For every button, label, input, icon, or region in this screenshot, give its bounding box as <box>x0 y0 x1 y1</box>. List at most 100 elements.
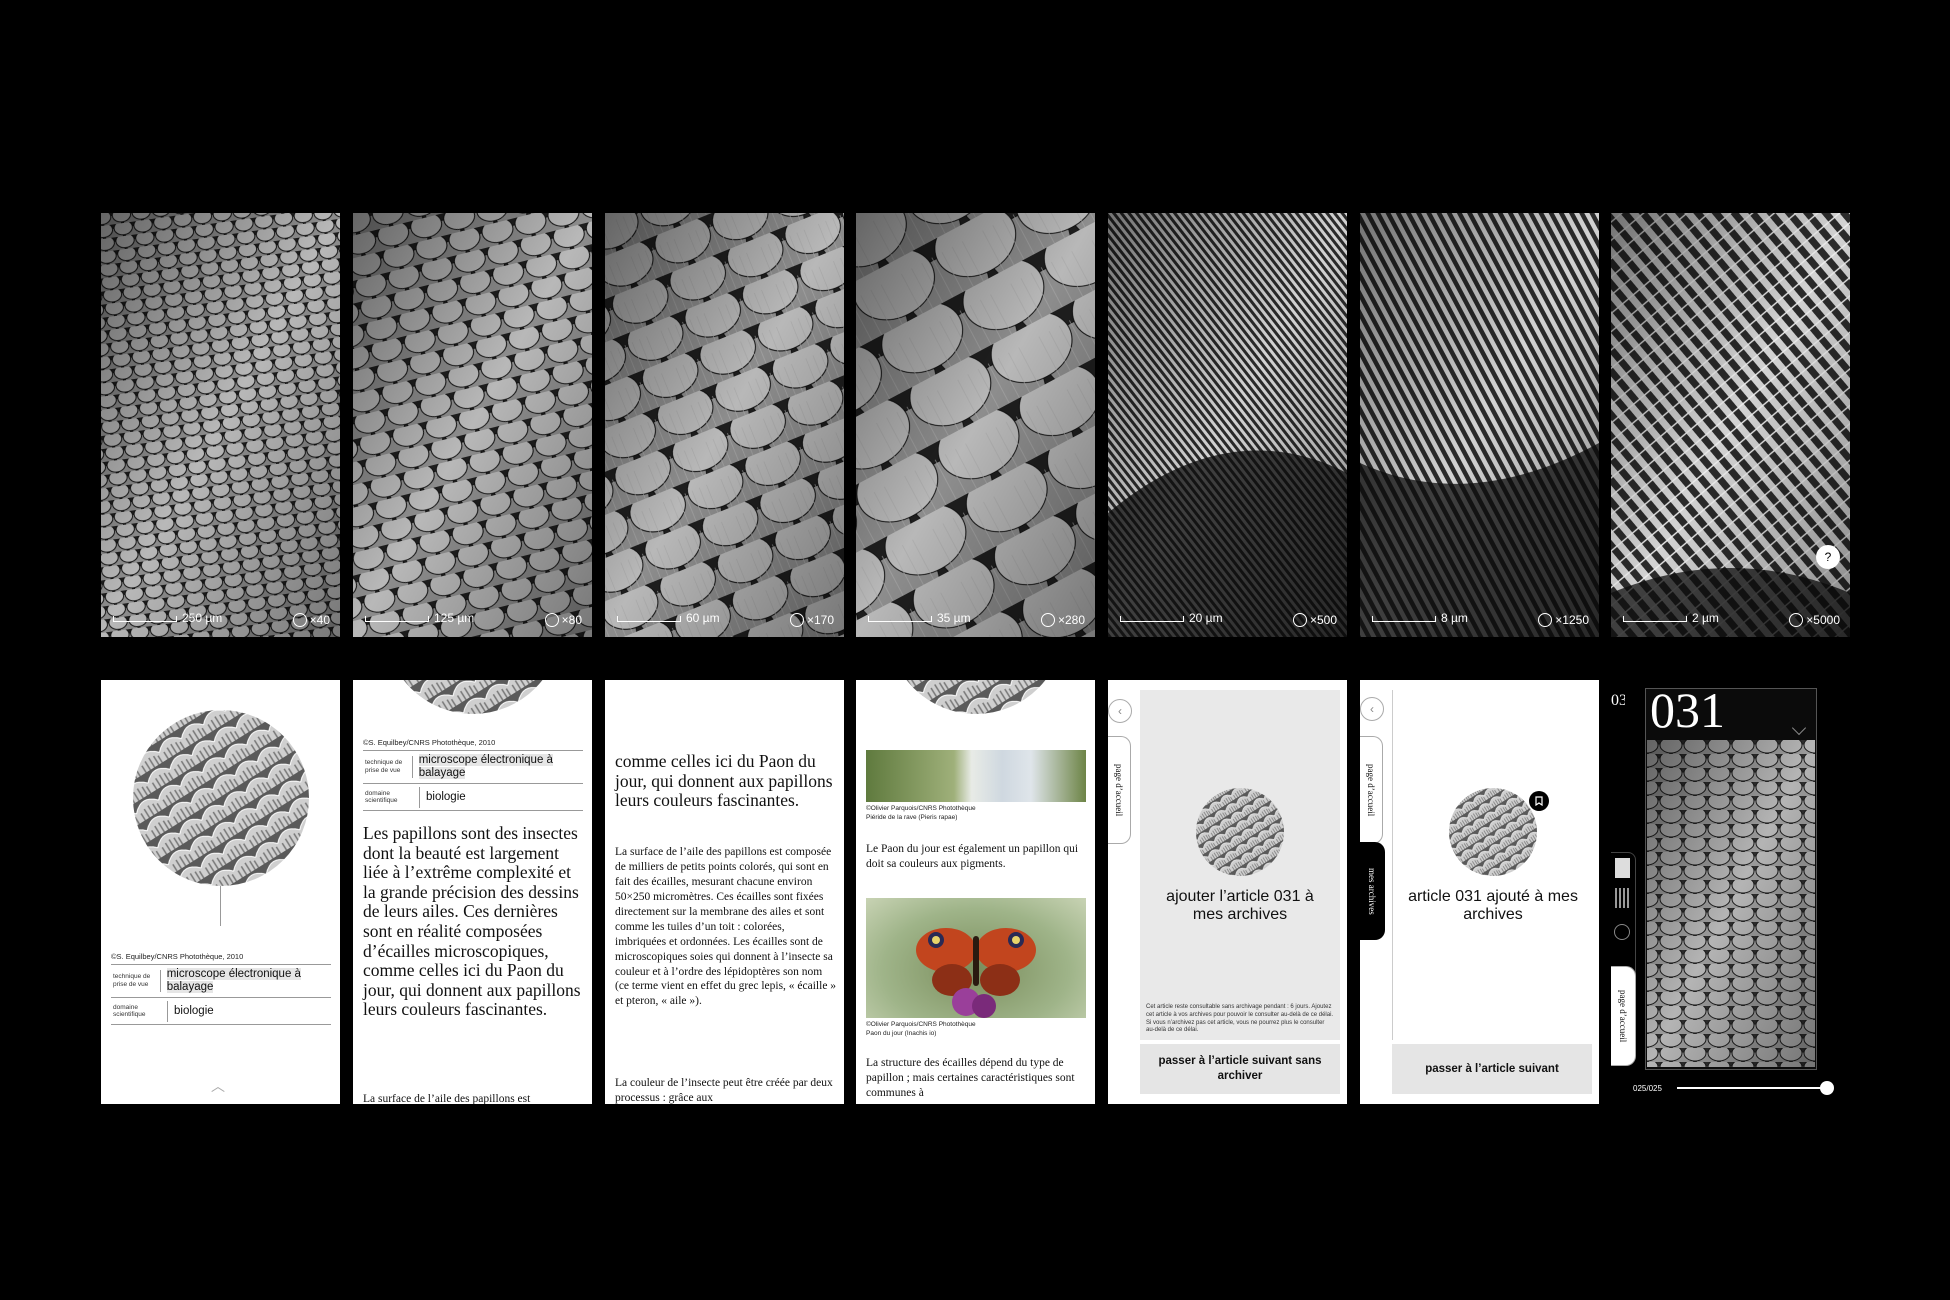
next-article-button[interactable]: passer à l’article suivant <box>1392 1044 1592 1094</box>
article-thumbnail <box>1449 788 1537 876</box>
scale-bar-label: 125 µm <box>434 611 475 625</box>
screen-article-cover: 030 031 page d’accueil 025/025 <box>1611 680 1851 1104</box>
screen-intro: ©S. Equilbey/CNRS Photothèque, 2010 tech… <box>101 680 340 1104</box>
microscope-image <box>1360 213 1599 637</box>
magnifier-icon <box>789 613 804 627</box>
article-card[interactable]: 031 <box>1645 682 1817 1070</box>
metadata-table: technique de prise de vue microscope éle… <box>363 750 583 812</box>
scale-bar-line <box>113 616 177 622</box>
scale-bar-line <box>617 616 681 622</box>
article-lead: Les papillons sont des insectes dont la … <box>363 823 581 1020</box>
zoom-button[interactable]: ×80 <box>544 613 582 627</box>
pager-handle[interactable] <box>1820 1081 1834 1095</box>
scale-bar-line <box>1372 616 1436 622</box>
zoom-button[interactable]: ×40 <box>292 613 330 627</box>
scale-bar: 35 µm <box>868 611 971 625</box>
zoom-button[interactable]: ×5000 <box>1789 613 1840 627</box>
metadata-key: domaine scientifique <box>111 1000 168 1023</box>
skip-without-archiving-button[interactable]: passer à l’article suivant sans archiver <box>1140 1044 1340 1094</box>
zoom-button[interactable]: ×500 <box>1292 613 1337 627</box>
tab-home[interactable]: page d’accueil <box>1360 736 1383 844</box>
zoom-level: ×5000 <box>1806 613 1840 627</box>
chevron-down-icon[interactable] <box>1791 720 1807 736</box>
screen-article-body: comme celles ici du Paon du jour, qui do… <box>605 680 844 1104</box>
zoom-button[interactable]: ×1250 <box>1538 613 1589 627</box>
magnifier-icon <box>292 613 307 627</box>
scale-bar-label: 35 µm <box>937 611 971 625</box>
zoom-button[interactable]: ×170 <box>789 613 834 627</box>
photo-credit: ©Olivier Parquois/CNRS Photothèque <box>866 1021 976 1028</box>
screen-article-photos: ©Olivier Parquois/CNRS Photothèque Piéri… <box>856 680 1095 1104</box>
magnifier-icon <box>1789 613 1804 627</box>
photo-caption: Paon du jour (Inachis io) <box>866 1030 937 1037</box>
article-paragraph: La surface de l’aile des papillons est c… <box>615 846 837 1008</box>
scale-bar-label: 20 µm <box>1189 611 1223 625</box>
metadata-value: microscope électronique à balayage <box>418 754 553 780</box>
back-arrow-icon[interactable]: ‹ <box>1360 697 1384 721</box>
zoom-level: ×500 <box>1309 613 1337 627</box>
metadata-key: technique de prise de vue <box>363 756 413 779</box>
microscope-image-panel[interactable]: 35 µm ×280 <box>856 213 1095 637</box>
screen-add-to-archive: ‹ page d’accueil ajouter l’article 031 à… <box>1108 680 1347 1104</box>
tab-archives[interactable]: mes archives <box>1360 842 1385 940</box>
zoom-level: ×1250 <box>1555 613 1589 627</box>
article-paragraph: La structure des écailles dépend du type… <box>866 1057 1075 1099</box>
zoom-button[interactable]: ×280 <box>1040 613 1085 627</box>
metadata-row: domaine scientifique biologie <box>111 998 331 1026</box>
scale-bar-line <box>1120 616 1184 622</box>
chevron-up-icon[interactable]: ︿ <box>211 1076 225 1096</box>
microscope-image <box>353 213 592 637</box>
scale-bar: 8 µm <box>1372 611 1468 625</box>
tab-home[interactable]: page d’accueil <box>1611 966 1636 1066</box>
specimen-circle-image <box>888 680 1064 714</box>
archive-title: ajouter l’article 031 à mes archives <box>1166 888 1314 924</box>
scale-bar-line <box>868 616 932 622</box>
photo-caption: Piéride de la rave (Pieris rapae) <box>866 814 958 821</box>
zoom-level: ×40 <box>309 613 330 627</box>
single-view-icon[interactable] <box>1615 858 1630 878</box>
scale-bar-line <box>1623 616 1687 622</box>
metadata-value: biologie <box>426 790 466 803</box>
article-paragraph: La couleur de l’insecte peut être créée … <box>615 1077 833 1104</box>
scale-bar-label: 60 µm <box>686 611 720 625</box>
metadata-block: ©S. Equilbey/CNRS Photothèque, 2010 tech… <box>363 738 583 812</box>
metadata-row: technique de prise de vue microscope éle… <box>111 965 331 999</box>
photo-pieris[interactable] <box>866 750 1086 802</box>
metadata-key: domaine scientifique <box>363 786 420 809</box>
search-icon[interactable] <box>1614 924 1630 940</box>
article-paragraph: Le Paon du jour est également un papillo… <box>866 843 1079 870</box>
tab-home[interactable]: page d’accueil <box>1108 736 1131 844</box>
microscope-image-panel[interactable]: 2 µm ×5000? <box>1611 213 1850 637</box>
metadata-key: technique de prise de vue <box>111 970 161 993</box>
article-number: 031 <box>1650 682 1725 738</box>
microscope-image-panel[interactable]: 125 µm ×80 <box>353 213 592 637</box>
photo-peacock-butterfly[interactable] <box>866 898 1086 1018</box>
microscope-image-panel[interactable]: 250 µm ×40 <box>101 213 340 637</box>
previous-article-number: 030 <box>1611 692 1625 709</box>
scale-bar-label: 8 µm <box>1441 611 1468 625</box>
back-arrow-icon[interactable]: ‹ <box>1108 699 1132 723</box>
photo-credit: ©S. Equilbey/CNRS Photothèque, 2010 <box>111 952 244 961</box>
archive-panel: ajouter l’article 031 à mes archives Cet… <box>1140 690 1340 1040</box>
metadata-row: technique de prise de vue microscope éle… <box>363 751 583 785</box>
article-paragraph: La surface de l’aile des papillons est <box>363 1093 531 1104</box>
pager-track[interactable] <box>1677 1087 1829 1089</box>
microscope-image <box>101 213 340 637</box>
microscope-image-panel[interactable]: 20 µm ×500 <box>1108 213 1347 637</box>
magnifier-icon <box>544 613 559 627</box>
microscope-image-panel[interactable]: 60 µm ×170 <box>605 213 844 637</box>
pin-line <box>220 886 221 926</box>
specimen-circle-image <box>133 710 309 886</box>
scale-bar-label: 2 µm <box>1692 611 1719 625</box>
magnifier-icon <box>1040 613 1055 627</box>
metadata-value: biologie <box>174 1004 214 1017</box>
microscope-image-panel[interactable]: 8 µm ×1250 <box>1360 213 1599 637</box>
grid-view-icon[interactable] <box>1615 888 1630 908</box>
metadata-block: ©S. Equilbey/CNRS Photothèque, 2010 tech… <box>111 952 331 1026</box>
scale-bar: 125 µm <box>365 611 474 625</box>
magnifier-icon <box>1292 613 1307 627</box>
pager-label: 025/025 <box>1633 1084 1662 1093</box>
help-button[interactable]: ? <box>1816 545 1840 569</box>
archive-panel: article 031 ajouté à mes archives <box>1392 690 1593 1040</box>
scale-bar: 2 µm <box>1623 611 1719 625</box>
